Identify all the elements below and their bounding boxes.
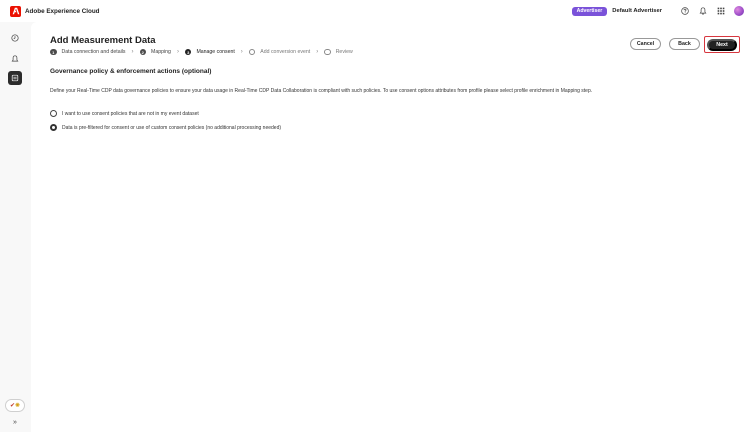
- step-manage-consent[interactable]: 3 Manage consent: [184, 48, 235, 56]
- step-review[interactable]: Review: [324, 48, 353, 56]
- step-label: Manage consent: [196, 49, 235, 55]
- step-number: 2: [139, 48, 147, 56]
- chevron-right-icon: ›: [316, 49, 319, 55]
- step-label: Review: [335, 49, 353, 55]
- step-empty-circle-icon: [248, 48, 256, 56]
- step-empty-circle-icon: [324, 48, 331, 56]
- chevron-right-icon: ›: [131, 49, 134, 55]
- step-label: Add conversion event: [260, 49, 311, 55]
- cancel-button[interactable]: Cancel: [630, 38, 661, 50]
- wizard-steps: 1 Data connection and details › 2 Mappin…: [50, 48, 353, 56]
- user-avatar[interactable]: [734, 6, 744, 16]
- step-data-connection[interactable]: 1 Data connection and details: [50, 48, 126, 56]
- step-label: Mapping: [151, 49, 171, 55]
- expand-rail-icon[interactable]: »: [10, 417, 20, 427]
- section-title: Governance policy & enforcement actions …: [50, 68, 212, 75]
- radio-label: I want to use consent policies that are …: [62, 110, 199, 117]
- chevron-right-icon: ›: [240, 49, 243, 55]
- adobe-logo-icon: [10, 5, 21, 17]
- consent-option-custom-policies[interactable]: I want to use consent policies that are …: [50, 110, 199, 117]
- step-mapping[interactable]: 2 Mapping: [139, 48, 171, 56]
- account-switcher[interactable]: Default Advertiser: [612, 8, 662, 14]
- nav-item-data[interactable]: [8, 71, 22, 85]
- next-button[interactable]: Next: [707, 38, 737, 51]
- back-button[interactable]: Back: [669, 38, 700, 50]
- brand-name: Adobe Experience Cloud: [25, 7, 100, 15]
- data-icon: [11, 74, 19, 82]
- nav-item-campaigns[interactable]: [8, 52, 22, 66]
- bell-outline-icon: [11, 55, 19, 62]
- left-nav-rail: ✔ ✺ »: [0, 22, 30, 432]
- brand[interactable]: Adobe Experience Cloud: [10, 5, 100, 17]
- main-panel: Add Measurement Data 1 Data connection a…: [31, 22, 750, 432]
- radio-selected[interactable]: [50, 124, 57, 131]
- clock-icon: [11, 34, 19, 42]
- chevron-right-icon: ›: [176, 49, 179, 55]
- step-number: 3: [184, 48, 192, 56]
- step-add-conversion-event[interactable]: Add conversion event: [248, 48, 311, 56]
- notification-bell-icon[interactable]: [694, 0, 712, 22]
- nav-item-recent[interactable]: [8, 31, 22, 45]
- sparkle-icon: ✺: [15, 403, 21, 409]
- role-badge: Advertiser: [571, 6, 608, 16]
- section-description: Define your Real-Time CDP data governanc…: [50, 88, 593, 94]
- step-number: 1: [50, 48, 57, 56]
- top-bar: Adobe Experience Cloud Advertiser Defaul…: [0, 0, 750, 22]
- radio-unselected[interactable]: [50, 110, 57, 117]
- help-icon[interactable]: [676, 0, 694, 22]
- consent-option-pre-filtered[interactable]: Data is pre-filtered for consent or use …: [50, 124, 281, 131]
- radio-label: Data is pre-filtered for consent or use …: [62, 124, 282, 131]
- app-switcher-grid-icon[interactable]: [712, 0, 730, 22]
- step-label: Data connection and details: [61, 49, 126, 55]
- feedback-button[interactable]: ✔ ✺: [5, 399, 25, 412]
- page-title: Add Measurement Data: [50, 35, 156, 46]
